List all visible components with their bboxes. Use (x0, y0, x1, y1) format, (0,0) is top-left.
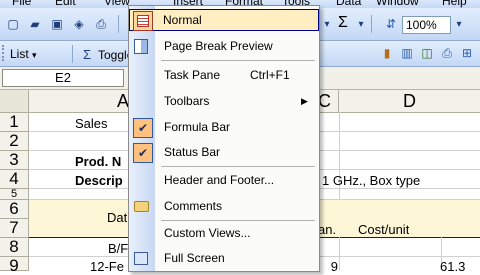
menu-item-full-screen[interactable]: Full Screen (129, 247, 319, 269)
menu-item-label: Formula Bar (164, 120, 231, 134)
column-header-c[interactable]: C (318, 90, 339, 113)
cell-c4[interactable]: 1 GHz., Box type (322, 173, 420, 188)
list-label: List (10, 47, 29, 61)
autosum-dropdown-icon[interactable]: ▾ (352, 15, 370, 33)
row-header-3[interactable]: 3 (0, 151, 29, 170)
print-list-icon[interactable]: ⎙ (438, 44, 456, 62)
menu-item-label: Custom Views... (164, 226, 251, 240)
resize-list-icon[interactable]: ⊞ (458, 44, 476, 62)
menu-separator (161, 220, 315, 221)
cell-a7[interactable]: Dat (107, 210, 127, 225)
menu-file[interactable]: File (12, 0, 31, 8)
column-header-a[interactable]: A (29, 90, 130, 113)
menu-item-page-break-preview[interactable]: Page Break Preview (129, 35, 319, 57)
cell-a4[interactable]: Descrip (75, 173, 123, 188)
menu-window[interactable]: Window (376, 0, 419, 8)
view-menu: Normal Page Break Preview Task Pane Ctrl… (128, 5, 320, 272)
menu-view[interactable]: View (104, 0, 130, 8)
column-header-d[interactable]: D (339, 90, 480, 113)
menu-item-label: Task Pane (164, 68, 221, 82)
menu-item-comments[interactable]: Comments (129, 195, 319, 217)
normal-view-icon (133, 11, 153, 31)
bar-chart-icon[interactable]: ▥ (398, 44, 416, 62)
menu-item-label: Header and Footer... (164, 173, 275, 187)
toolbar-separator (72, 45, 73, 63)
menu-data[interactable]: Data (336, 0, 361, 8)
menu-item-header-and-footer[interactable]: Header and Footer... (129, 169, 319, 191)
zoom-select[interactable]: 100% (402, 16, 451, 34)
gridline (339, 112, 340, 270)
save-icon[interactable]: ▣ (48, 15, 66, 33)
permission-icon[interactable]: ◈ (70, 15, 88, 33)
refresh-data-icon[interactable]: ◫ (418, 44, 436, 62)
cell-a8[interactable]: B/F (108, 241, 128, 256)
row-header-4[interactable]: 4 (0, 170, 29, 189)
print-icon[interactable]: ⎙ (92, 15, 110, 33)
cell-d9[interactable]: 61.3 (440, 259, 465, 274)
menu-item-label: Comments (164, 199, 223, 213)
cell-c9[interactable]: 9 (328, 259, 338, 274)
toggle-total-icon[interactable]: Σ (78, 45, 96, 63)
toolbar-separator (371, 15, 372, 33)
row-header-6[interactable]: 6 (0, 200, 29, 219)
menu-item-label: Status Bar (164, 145, 221, 159)
menu-separator (161, 60, 315, 61)
list-dropdown-icon: ▾ (32, 50, 37, 60)
autosum-icon[interactable]: Σ (334, 14, 352, 32)
toolbar-grip (2, 45, 8, 61)
row-header-2[interactable]: 2 (0, 132, 29, 151)
menu-item-normal[interactable]: Normal (129, 9, 319, 31)
menu-item-task-pane[interactable]: Task Pane Ctrl+F1 (129, 64, 319, 86)
cell-c7[interactable]: an. (318, 222, 336, 237)
chart-icon[interactable]: ▮ (378, 44, 396, 62)
menu-item-toolbars[interactable]: Toolbars ▶ (129, 90, 319, 112)
toolbar-separator (118, 15, 119, 33)
menu-item-label: Normal (163, 13, 202, 27)
menu-item-label: Toolbars (164, 94, 210, 108)
menu-item-custom-views[interactable]: Custom Views... (129, 222, 319, 244)
menu-edit[interactable]: Edit (55, 0, 76, 8)
submenu-arrow-icon: ▶ (301, 96, 308, 106)
comments-icon (133, 198, 149, 214)
menu-item-label: Page Break Preview (164, 39, 273, 53)
row-header-8[interactable]: 8 (0, 238, 29, 257)
menu-item-label: Full Screen (164, 251, 225, 265)
cell-a9[interactable]: 12-Fe (90, 259, 124, 274)
menu-item-shortcut: Ctrl+F1 (250, 68, 290, 82)
row-header-1[interactable]: 1 (0, 113, 29, 132)
menu-item-formula-bar[interactable]: ✔ Formula Bar (129, 116, 319, 138)
sort-icon[interactable]: ⇵ (382, 15, 400, 33)
cell-a3[interactable]: Prod. N (75, 154, 121, 169)
checkmark-icon: ✔ (133, 118, 153, 138)
menu-help[interactable]: Help (442, 0, 467, 8)
cell-a1[interactable]: Sales (75, 116, 108, 131)
list-button[interactable]: List ▾ (10, 46, 66, 62)
menu-separator (161, 166, 315, 167)
row-header-9[interactable]: 9 (0, 257, 29, 275)
page-break-preview-icon (133, 38, 149, 54)
menu-item-status-bar[interactable]: ✔ Status Bar (129, 141, 319, 163)
row-header-7[interactable]: 7 (0, 219, 29, 238)
new-icon[interactable]: ▢ (4, 15, 22, 33)
name-box[interactable]: E2 (2, 69, 124, 87)
checkmark-icon: ✔ (133, 143, 153, 163)
zoom-dropdown-icon[interactable]: ▾ (450, 15, 468, 33)
cell-d7[interactable]: Cost/unit (358, 222, 409, 237)
select-all-corner[interactable] (0, 90, 29, 113)
full-screen-icon (133, 250, 149, 266)
open-icon[interactable]: ▰ (26, 15, 44, 33)
